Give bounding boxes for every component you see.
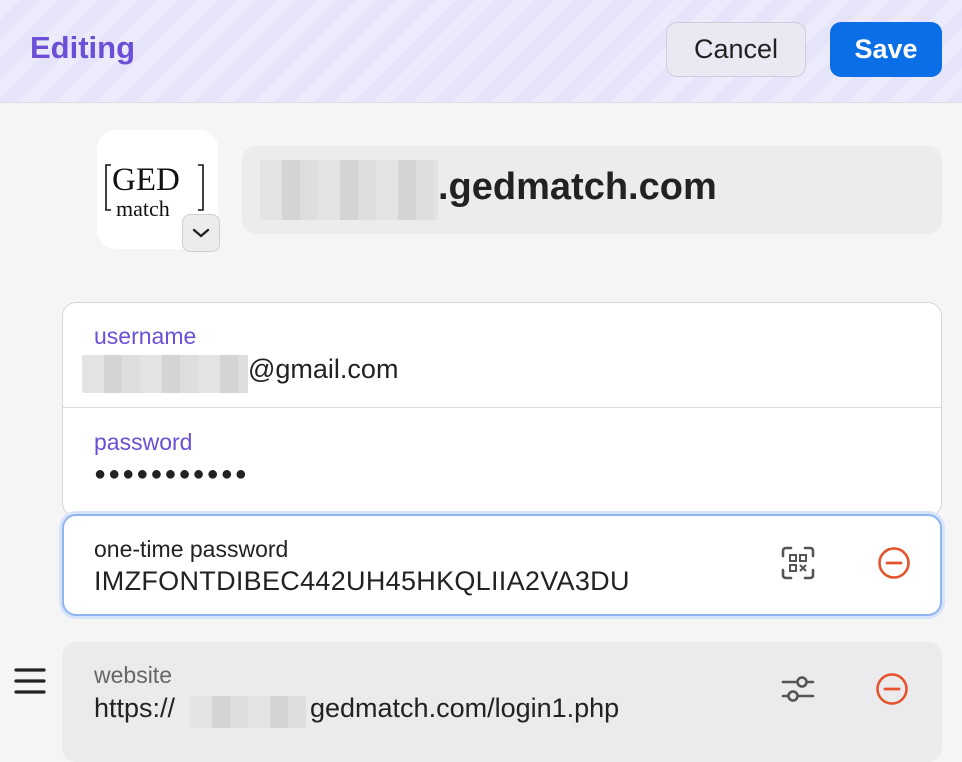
website-label: website [94, 662, 172, 688]
website-input[interactable]: gedmatch.com/login1.php [310, 693, 619, 724]
website-settings-button[interactable] [778, 669, 818, 709]
header-title: Editing [30, 30, 136, 65]
hamburger-icon [14, 668, 46, 694]
minus-circle-icon [876, 673, 908, 705]
chevron-down-icon [192, 228, 210, 238]
credentials-card: username @gmail.com password ●●●●●●●●●●● [62, 302, 942, 517]
username-label: username [94, 323, 197, 349]
logo-text-ged: GED [112, 162, 180, 198]
qr-scan-icon [781, 546, 815, 580]
redacted-subdomain [260, 160, 438, 220]
password-field[interactable]: ●●●●●●●●●●● [94, 463, 249, 486]
minus-circle-icon [878, 547, 910, 579]
username-field[interactable]: @gmail.com [248, 354, 398, 385]
cancel-button[interactable]: Cancel [666, 22, 806, 77]
redacted-website-subdomain [190, 696, 306, 728]
sliders-icon [781, 676, 815, 702]
otp-input[interactable]: IMZFONTDIBEC442UH45HKQLIIA2VA3DU [94, 566, 630, 597]
remove-website-button[interactable] [872, 669, 912, 709]
otp-label: one-time password [94, 536, 289, 562]
password-label: password [94, 429, 193, 455]
logo-dropdown-button[interactable] [182, 214, 220, 252]
editing-header: Editing Cancel Save [0, 0, 962, 103]
website-field-card[interactable]: website https:// gedmatch.com/login1.php [62, 642, 942, 762]
drag-handle[interactable] [14, 666, 46, 696]
field-divider [63, 407, 941, 408]
save-button[interactable]: Save [830, 22, 942, 77]
website-prefix: https:// [94, 693, 176, 723]
otp-field-card[interactable]: one-time password IMZFONTDIBEC442UH45HKQ… [62, 514, 942, 616]
redacted-username [82, 355, 248, 393]
otp-scan-button[interactable] [778, 543, 818, 583]
item-title-text: .gedmatch.com [438, 166, 717, 208]
item-title-field[interactable]: .gedmatch.com [242, 146, 942, 234]
remove-otp-button[interactable] [874, 543, 914, 583]
logo-text-match: match [116, 196, 170, 221]
